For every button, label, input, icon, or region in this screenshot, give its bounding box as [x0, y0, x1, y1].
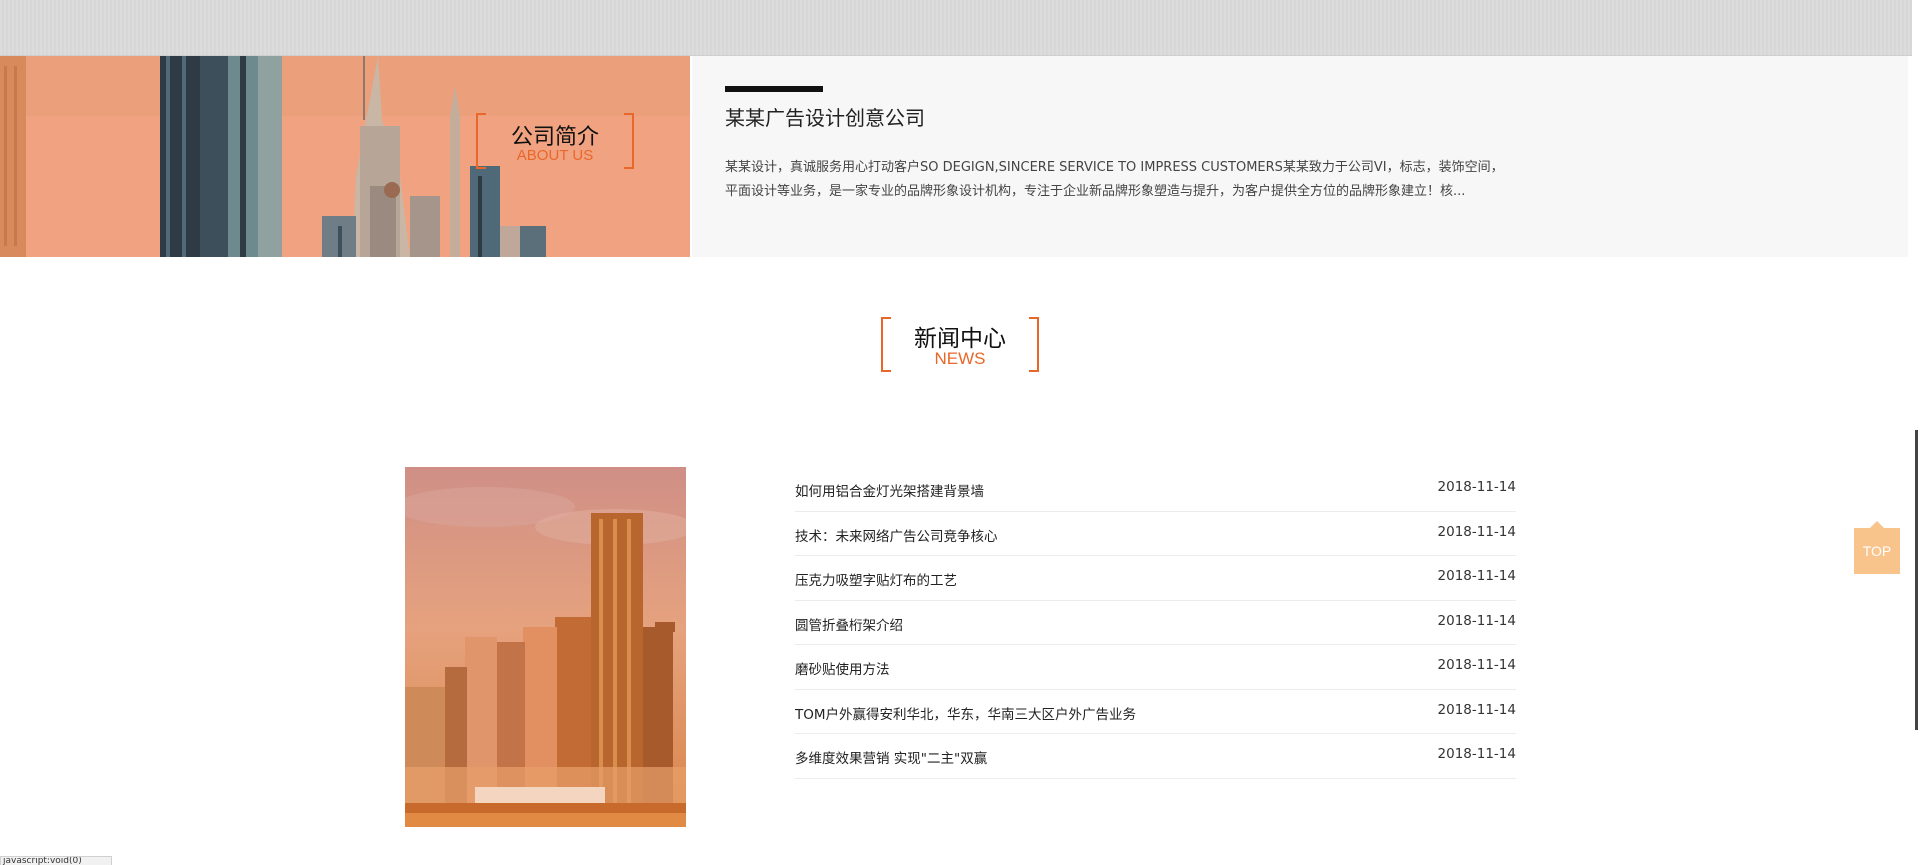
about-section: 公司简介 ABOUT US 某某广告设计创意公司 某某设计，真诚服务用心打动客户… — [0, 56, 1908, 257]
heading-accent-bar — [725, 86, 823, 92]
news-item-title[interactable]: 压克力吸塑字贴灯布的工艺 — [795, 569, 957, 589]
news-item[interactable]: 磨砂贴使用方法 2018-11-14 — [795, 645, 1516, 690]
news-item-date: 2018-11-14 — [1437, 657, 1516, 673]
news-list: 如何用铝合金灯光架搭建背景墙 2018-11-14 技术：未来网络广告公司竞争核… — [795, 467, 1516, 779]
about-section-title: 公司简介 ABOUT US — [476, 113, 634, 169]
news-item-date: 2018-11-14 — [1437, 523, 1516, 540]
header-strip — [0, 0, 1920, 56]
back-to-top-button[interactable]: TOP — [1854, 521, 1900, 574]
news-item-date: 2018-11-14 — [1437, 568, 1516, 584]
news-item-title[interactable]: 圆管折叠桁架介绍 — [795, 614, 903, 634]
city-photo-illustration — [405, 467, 686, 827]
news-item-date: 2018-11-14 — [1437, 479, 1516, 495]
news-item[interactable]: 技术：未来网络广告公司竞争核心 2018-11-14 — [795, 512, 1516, 556]
news-item-title[interactable]: 如何用铝合金灯光架搭建背景墙 — [795, 480, 984, 500]
news-section-title: 新闻中心 NEWS — [881, 317, 1039, 372]
scrollbar-thumb[interactable] — [1915, 430, 1918, 730]
about-content: 某某广告设计创意公司 某某设计，真诚服务用心打动客户SO DEGIGN,SINC… — [725, 56, 1515, 257]
about-title-en: ABOUT US — [516, 147, 594, 164]
news-feature-image[interactable] — [405, 467, 686, 827]
news-item[interactable]: 圆管折叠桁架介绍 2018-11-14 — [795, 601, 1516, 645]
news-item[interactable]: TOM户外赢得安利华北，华东，华南三大区户外广告业务 2018-11-14 — [795, 690, 1516, 734]
news-item-date: 2018-11-14 — [1437, 701, 1516, 718]
news-item-date: 2018-11-14 — [1437, 612, 1516, 629]
news-item-title[interactable]: 磨砂贴使用方法 — [795, 658, 890, 678]
news-item[interactable]: 多维度效果营销 实现"二主"双赢 2018-11-14 — [795, 734, 1516, 779]
news-title-en: NEWS — [934, 349, 986, 368]
news-title-cn: 新闻中心 — [914, 326, 1006, 352]
news-item-title[interactable]: TOM户外赢得安利华北，华东，华南三大区户外广告业务 — [795, 703, 1136, 723]
news-item[interactable]: 如何用铝合金灯光架搭建背景墙 2018-11-14 — [795, 467, 1516, 512]
company-description: 某某设计，真诚服务用心打动客户SO DEGIGN,SINCERE SERVICE… — [725, 160, 1504, 199]
news-item-title[interactable]: 多维度效果营销 实现"二主"双赢 — [795, 747, 987, 767]
news-item-date: 2018-11-14 — [1437, 746, 1516, 762]
news-item[interactable]: 压克力吸塑字贴灯布的工艺 2018-11-14 — [795, 556, 1516, 601]
about-banner-image: 公司简介 ABOUT US — [0, 56, 692, 257]
news-item-title[interactable]: 技术：未来网络广告公司竞争核心 — [795, 525, 998, 545]
company-name-link[interactable]: 某某广告设计创意公司 — [725, 102, 925, 131]
